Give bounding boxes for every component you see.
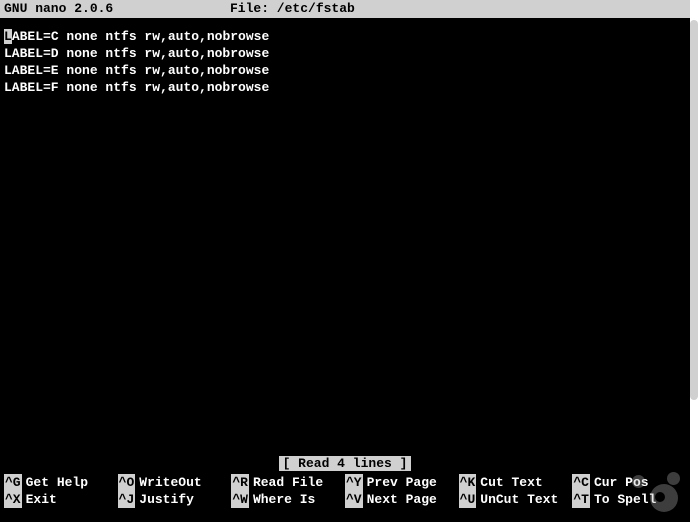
shortcut-next-page[interactable]: ^V Next Page: [345, 491, 459, 508]
shortcut-uncut-text[interactable]: ^U UnCut Text: [459, 491, 573, 508]
shortcut-label: UnCut Text: [480, 491, 558, 508]
shortcut-exit[interactable]: ^X Exit: [4, 491, 118, 508]
text-line[interactable]: LABEL=D none ntfs rw,auto,nobrowse: [4, 45, 690, 62]
terminal-window: GNU nano 2.0.6 File: /etc/fstab LABEL=C …: [0, 0, 690, 522]
shortcut-get-help[interactable]: ^G Get Help: [4, 474, 118, 491]
text-line[interactable]: LABEL=F none ntfs rw,auto,nobrowse: [4, 79, 690, 96]
shortcut-key: ^X: [4, 491, 22, 508]
app-name: GNU nano 2.0.6: [0, 0, 230, 18]
shortcut-key: ^R: [231, 474, 249, 491]
shortcut-bar: ^G Get Help ^O WriteOut ^R Read File ^Y …: [4, 474, 686, 508]
shortcut-key: ^W: [231, 491, 249, 508]
shortcut-key: ^T: [572, 491, 590, 508]
text-cursor: L: [4, 29, 12, 44]
shortcut-label: Cut Text: [480, 474, 542, 491]
watermark-logo-icon: [628, 470, 682, 514]
status-message: [ Read 4 lines ]: [279, 456, 412, 471]
scrollbar-thumb[interactable]: [690, 20, 698, 400]
shortcut-prev-page[interactable]: ^Y Prev Page: [345, 474, 459, 491]
shortcut-key: ^J: [118, 491, 136, 508]
editor-header: GNU nano 2.0.6 File: /etc/fstab: [0, 0, 690, 18]
shortcut-key: ^Y: [345, 474, 363, 491]
editor-content-area[interactable]: LABEL=C none ntfs rw,auto,nobrowse LABEL…: [0, 18, 690, 96]
shortcut-key: ^G: [4, 474, 22, 491]
shortcut-label: Get Help: [26, 474, 88, 491]
shortcut-where-is[interactable]: ^W Where Is: [231, 491, 345, 508]
shortcut-justify[interactable]: ^J Justify: [118, 491, 232, 508]
line-text: ABEL=C none ntfs rw,auto,nobrowse: [12, 29, 269, 44]
shortcut-label: Prev Page: [367, 474, 437, 491]
text-line[interactable]: LABEL=C none ntfs rw,auto,nobrowse: [4, 28, 690, 45]
shortcut-label: WriteOut: [139, 474, 201, 491]
shortcut-label: Exit: [26, 491, 57, 508]
shortcut-key: ^V: [345, 491, 363, 508]
shortcut-label: Next Page: [367, 491, 437, 508]
shortcut-label: Justify: [139, 491, 194, 508]
status-line: [ Read 4 lines ]: [0, 455, 690, 472]
shortcut-key: ^K: [459, 474, 477, 491]
shortcut-writeout[interactable]: ^O WriteOut: [118, 474, 232, 491]
file-name: File: /etc/fstab: [230, 0, 690, 18]
shortcut-read-file[interactable]: ^R Read File: [231, 474, 345, 491]
shortcut-key: ^C: [572, 474, 590, 491]
shortcut-cut-text[interactable]: ^K Cut Text: [459, 474, 573, 491]
text-line[interactable]: LABEL=E none ntfs rw,auto,nobrowse: [4, 62, 690, 79]
shortcut-label: Read File: [253, 474, 323, 491]
shortcut-label: Where Is: [253, 491, 315, 508]
scrollbar-track[interactable]: [690, 0, 698, 522]
shortcut-key: ^O: [118, 474, 136, 491]
shortcut-key: ^U: [459, 491, 477, 508]
